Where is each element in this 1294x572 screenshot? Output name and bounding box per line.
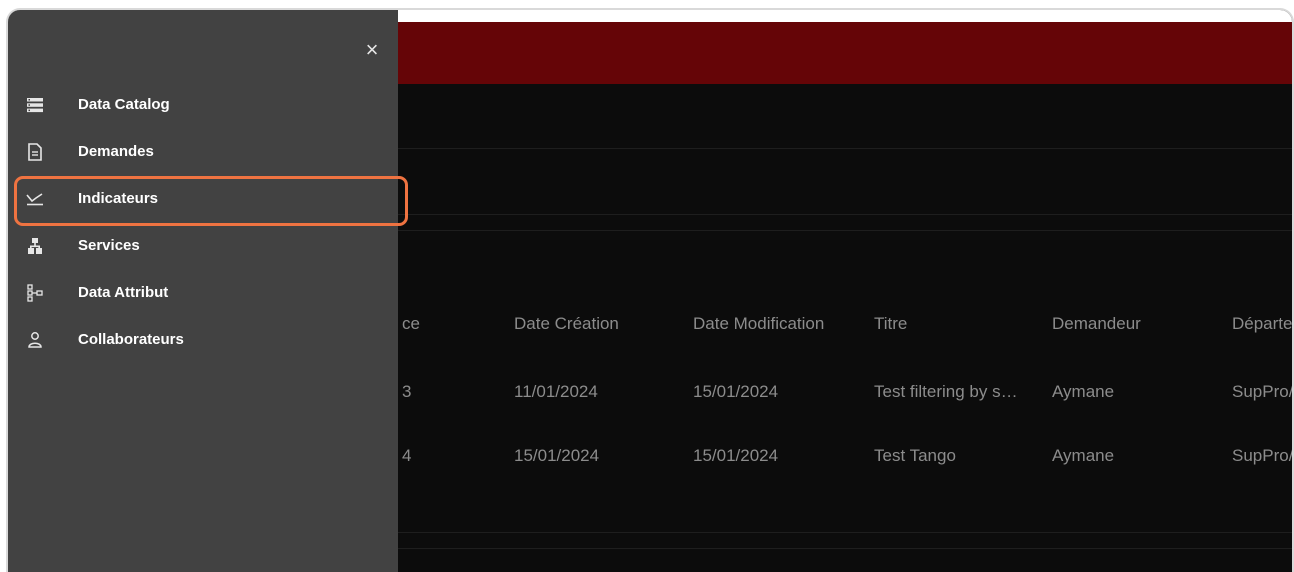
table-cell: SupPro/ [1232, 446, 1294, 465]
list-icon [24, 94, 46, 116]
table-cell: 4 [402, 446, 412, 465]
table-cell: Aymane [1052, 382, 1115, 401]
nav-item-demandes[interactable]: Demandes [8, 131, 398, 175]
nav-item-label: Demandes [78, 143, 154, 160]
nav-item-collaborateurs[interactable]: Collaborateurs [8, 319, 398, 363]
nav-item-label: Collaborateurs [78, 331, 184, 348]
table-cell: 11/01/2024 [514, 382, 598, 401]
nav-item-data-catalog[interactable]: Data Catalog [8, 84, 398, 128]
column-header[interactable]: Départe [1232, 314, 1292, 334]
hierarchy-icon [24, 235, 46, 257]
nav-item-label: Data Catalog [78, 96, 170, 113]
table-cell: SupPro/ [1232, 382, 1294, 401]
app-window: ce Date Création Date Modification Titre… [6, 8, 1294, 572]
navigation-drawer: × Data Catalog Demandes Indicateurs Serv… [8, 10, 408, 572]
nav-item-indicateurs[interactable]: Indicateurs [8, 178, 398, 222]
close-icon[interactable]: × [360, 38, 384, 62]
person-icon [24, 329, 46, 351]
table-cell: Test filtering by s… [874, 382, 1018, 401]
column-header[interactable]: Titre [874, 314, 907, 334]
table-cell: Test Tango [874, 446, 956, 465]
nav-item-data-attribut[interactable]: Data Attribut [8, 272, 398, 316]
column-header[interactable]: Demandeur [1052, 314, 1141, 334]
table-cell: 15/01/2024 [693, 446, 779, 465]
table-cell: 3 [402, 382, 412, 401]
nav-item-label: Data Attribut [78, 284, 169, 301]
nav-item-label: Indicateurs [78, 190, 159, 207]
column-header[interactable]: Date Modification [693, 314, 824, 334]
column-header[interactable]: ce [402, 314, 420, 334]
chart-line-icon [24, 188, 46, 210]
tree-icon [24, 282, 46, 304]
document-icon [24, 141, 46, 163]
nav-item-services[interactable]: Services [8, 225, 398, 269]
table-cell: 15/01/2024 [693, 382, 779, 401]
nav-item-label: Services [78, 237, 140, 254]
column-header[interactable]: Date Création [514, 314, 619, 334]
table-cell: Aymane [1052, 446, 1115, 465]
table-cell: 15/01/2024 [514, 446, 600, 465]
